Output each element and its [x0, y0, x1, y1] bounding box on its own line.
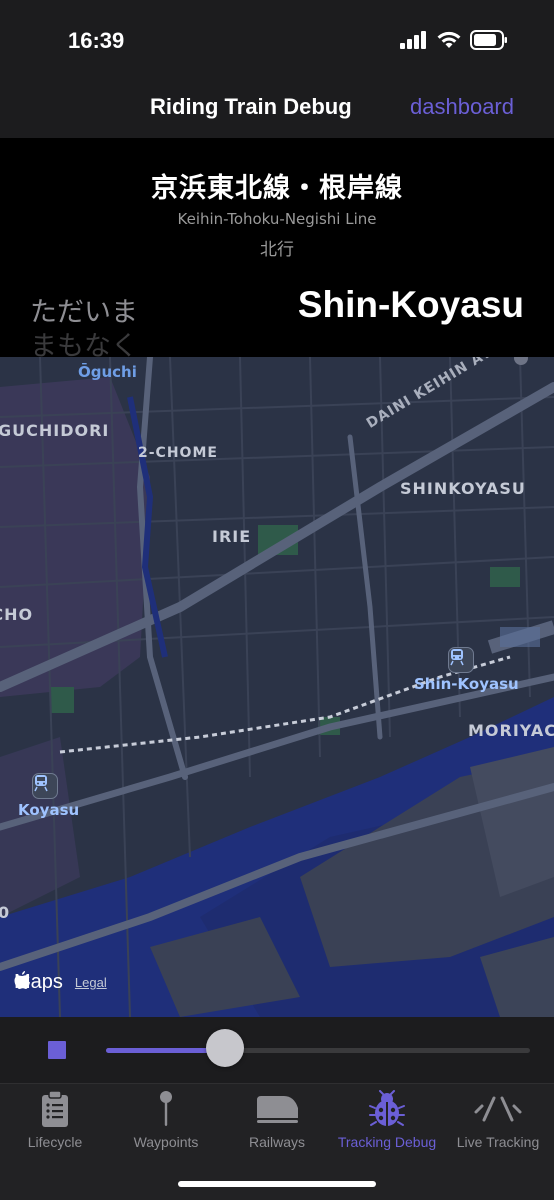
map-label-guchidori: GUCHIDORI: [0, 421, 110, 440]
map-label-moriyacho: MORIYACH: [468, 721, 554, 740]
status-time: 16:39: [68, 28, 125, 53]
clipboard-icon: [40, 1090, 70, 1128]
map-label-oguchi: Ōguchi: [78, 363, 137, 381]
live-tracking-icon: [470, 1090, 526, 1128]
status-icons: [400, 30, 508, 55]
tab-label: Tracking Debug: [337, 1134, 437, 1150]
train-info-header: 京浜東北線・根岸線 Keihin-Tohoku-Negishi Line 北行 …: [0, 138, 554, 362]
map-label-cho: ACHO: [0, 605, 34, 624]
map-view[interactable]: Ōguchi GUCHIDORI 2-CHOME IRIE ACHO DAINI…: [0, 357, 554, 1017]
tab-label: Lifecycle: [27, 1134, 83, 1150]
train-icon: [254, 1090, 300, 1128]
tab-waypoints[interactable]: Waypoints: [111, 1090, 221, 1154]
map-label-irie: IRIE: [212, 527, 252, 546]
battery-icon: [470, 30, 508, 55]
train-station-icon: [450, 649, 464, 666]
direction-label: 北行: [260, 240, 294, 260]
park-3: [50, 687, 74, 713]
nav-title: Riding Train Debug: [150, 94, 352, 119]
tab-label: Railways: [248, 1134, 305, 1150]
playback-controls: [0, 1017, 554, 1083]
tab-tracking-debug[interactable]: Tracking Debug: [332, 1090, 442, 1154]
station-pin-koyasu[interactable]: [32, 773, 58, 799]
progress-slider[interactable]: [106, 1048, 530, 1053]
status-bar: 16:39: [0, 0, 554, 84]
map-attribution: Maps Legal: [14, 971, 107, 994]
navigation-bar: Riding Train Debug dashboard: [0, 84, 554, 138]
station-label-koyasu: Koyasu: [18, 801, 80, 819]
map-label-shinkoyasu-area: SHINKOYASU: [400, 479, 526, 498]
map-label-2-chome: 2-CHOME: [138, 445, 218, 461]
line-name-jp: 京浜東北線・根岸線: [151, 173, 403, 204]
train-station-icon: [34, 775, 48, 792]
dashboard-button[interactable]: dashboard: [410, 94, 514, 120]
maps-brand: Maps: [14, 971, 63, 994]
legal-link[interactable]: Legal: [75, 975, 107, 990]
stop-button[interactable]: [48, 1041, 66, 1059]
pin-icon: [158, 1090, 174, 1128]
station-name: Shin-Koyasu: [297, 284, 524, 325]
home-indicator: [178, 1181, 376, 1187]
wifi-icon: [436, 30, 462, 55]
park-4: [490, 567, 520, 587]
ladybug-icon: [368, 1090, 406, 1128]
signal-icon: [400, 31, 428, 54]
station-label-shin-koyasu: Shin-Koyasu: [414, 675, 519, 693]
map-label-zero: 0: [0, 903, 11, 922]
tab-label: Live Tracking: [456, 1134, 540, 1150]
tab-railways[interactable]: Railways: [222, 1090, 332, 1154]
station-platform: [500, 627, 540, 647]
tab-lifecycle[interactable]: Lifecycle: [0, 1090, 110, 1154]
line-name-en: Keihin-Tohoku-Negishi Line: [177, 210, 377, 228]
station-pin-shin-koyasu[interactable]: [448, 647, 474, 673]
tab-label: Waypoints: [133, 1134, 199, 1150]
tab-live-tracking[interactable]: Live Tracking: [443, 1090, 553, 1154]
apple-logo-icon: [14, 971, 30, 989]
slider-thumb[interactable]: [206, 1029, 244, 1067]
